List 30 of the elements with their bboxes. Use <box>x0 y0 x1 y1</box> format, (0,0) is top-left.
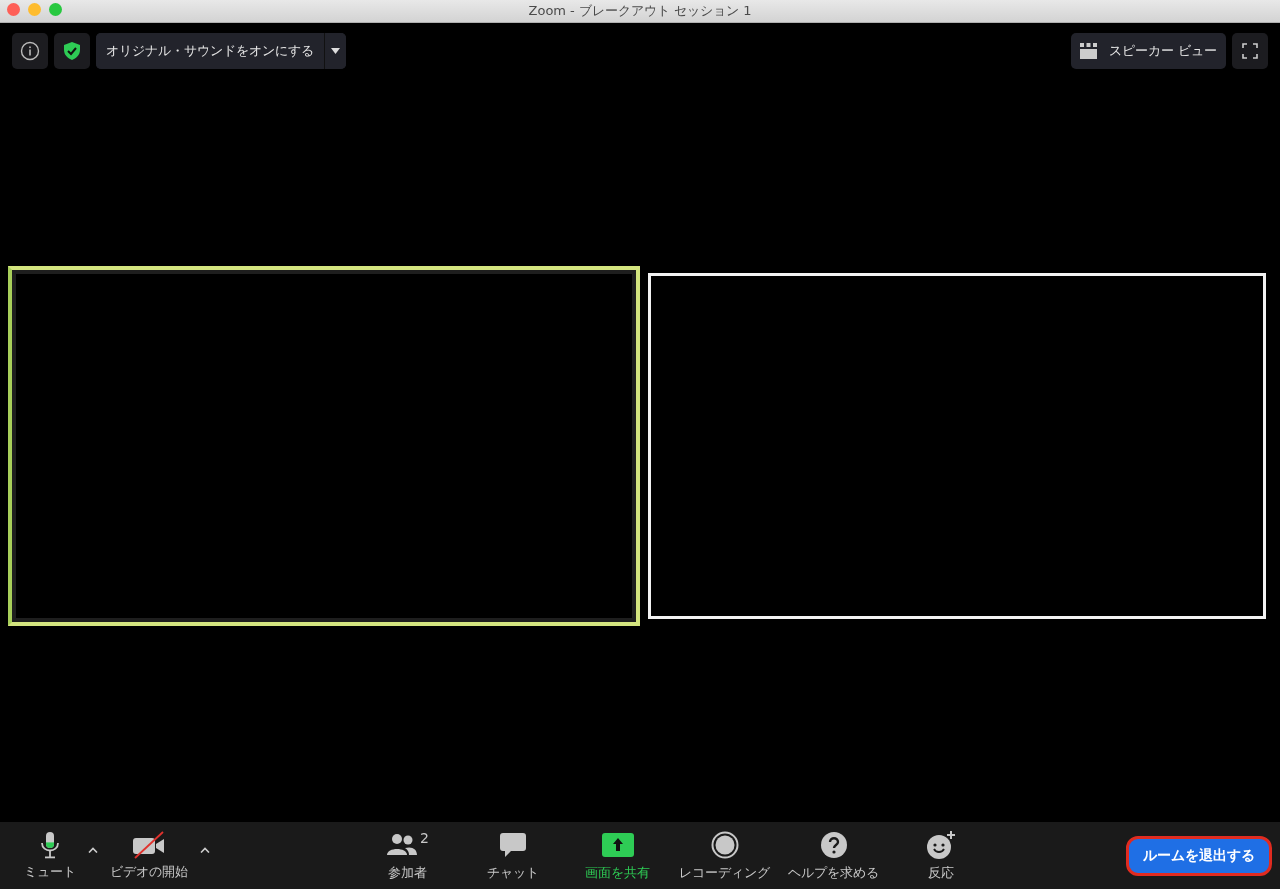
record-button[interactable]: レコーディング <box>675 827 774 884</box>
help-icon <box>819 830 848 859</box>
mute-button[interactable]: ミュート <box>20 828 80 883</box>
microphone-icon <box>40 830 60 859</box>
chat-button[interactable]: チャット <box>465 827 560 884</box>
share-screen-icon <box>601 832 634 857</box>
speaker-view-button[interactable]: スピーカー ビュー <box>1070 33 1226 69</box>
fullscreen-button[interactable] <box>1232 33 1268 69</box>
help-button[interactable]: ヘルプを求める <box>784 827 883 884</box>
info-button[interactable] <box>12 33 48 69</box>
people-icon <box>386 832 419 857</box>
shield-check-icon <box>63 41 81 61</box>
share-button[interactable]: 画面を共有 <box>570 827 665 884</box>
start-video-button[interactable]: ビデオの開始 <box>106 828 192 883</box>
smiley-plus-icon <box>925 829 956 860</box>
caret-icon <box>88 846 98 853</box>
security-button[interactable] <box>54 33 90 69</box>
window-title: Zoom - ブレークアウト セッション 1 <box>528 2 752 20</box>
caret-icon <box>200 846 210 853</box>
fullscreen-icon <box>1242 43 1258 59</box>
record-icon <box>710 830 739 859</box>
caret-icon <box>331 48 340 54</box>
grid-icon <box>1079 43 1097 59</box>
reactions-button[interactable]: 反応 <box>893 827 988 884</box>
original-sound-button[interactable]: オリジナル・サウンドをオンにする <box>96 33 325 69</box>
participant-count: 2 <box>420 829 429 846</box>
participants-button[interactable]: 2 参加者 <box>360 827 455 884</box>
leave-room-button[interactable]: ルームを退出する <box>1126 835 1272 876</box>
chat-bubble-icon <box>498 831 527 858</box>
info-icon <box>20 41 40 61</box>
